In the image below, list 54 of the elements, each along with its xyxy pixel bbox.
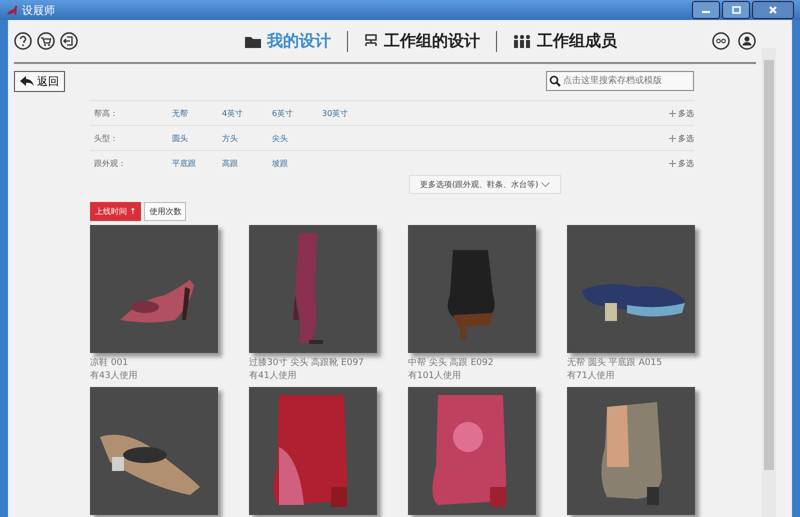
plus-icon xyxy=(669,110,676,116)
back-button[interactable]: 返回 xyxy=(14,70,65,92)
filter-option[interactable]: 方头 xyxy=(222,132,272,144)
minimize-button[interactable] xyxy=(692,1,720,19)
usage-count: 有71人使用 xyxy=(567,370,616,383)
tab[interactable]: 工作组成员 xyxy=(496,30,633,52)
multi-select-link[interactable]: 多选 xyxy=(669,132,694,144)
maximize-icon xyxy=(732,6,740,14)
filter-option[interactable]: 尖头 xyxy=(272,132,322,144)
multi-select-link[interactable]: 多选 xyxy=(669,108,694,118)
filter-option[interactable]: 坡跟 xyxy=(272,158,322,168)
design-name: 中帮 尖头 高跟 E092 xyxy=(408,357,494,370)
tab[interactable]: 我的设计 xyxy=(229,30,347,52)
filter-option[interactable]: 30英寸 xyxy=(322,108,372,118)
exit-icon[interactable] xyxy=(60,32,78,50)
plus-icon xyxy=(669,160,676,166)
filter-option[interactable]: 4英寸 xyxy=(222,108,272,118)
filter-label: 跟外观： xyxy=(93,158,127,168)
filter-option[interactable]: 圆头 xyxy=(172,132,222,144)
usage-count: 有43人使用 xyxy=(90,370,138,383)
filter-option[interactable]: 高跟 xyxy=(222,158,272,168)
more-options-button[interactable]: 更多选项(跟外观、鞋条、水台等) xyxy=(409,175,561,194)
search-field[interactable]: 点击这里搜索存档或模版 xyxy=(546,71,694,91)
design-name: 凉鞋 001 xyxy=(90,357,130,370)
people-icon xyxy=(513,34,531,48)
shoe-icon xyxy=(6,4,18,16)
search-icon xyxy=(549,75,561,87)
folder-icon xyxy=(245,34,261,48)
window-title: 设屐师 xyxy=(22,2,55,18)
usage-count: 有41人使用 xyxy=(249,370,298,383)
filter-option[interactable]: 平底跟 xyxy=(172,158,222,168)
design-name: 无帮 圆头 平底跟 A015 xyxy=(567,357,663,370)
help-icon[interactable] xyxy=(14,32,32,50)
glasses-icon[interactable] xyxy=(712,32,730,50)
scrollbar[interactable] xyxy=(762,48,776,517)
usage-count: 有101人使用 xyxy=(408,370,462,383)
tab[interactable]: 工作组的设计 xyxy=(347,30,496,52)
multi-select-link[interactable]: 多选 xyxy=(669,158,694,168)
filter-label: 头型： xyxy=(93,132,119,144)
filter-option[interactable]: 无帮 xyxy=(172,108,222,118)
close-button[interactable] xyxy=(752,1,794,19)
filter-label: 帮高： xyxy=(93,108,119,118)
caret-icon xyxy=(540,182,550,187)
user-icon[interactable] xyxy=(738,32,756,50)
close-icon xyxy=(769,6,777,14)
design-name: 过膝30寸 尖头 高跟靴 E097 xyxy=(249,357,365,370)
network-icon xyxy=(364,34,378,48)
cart-icon[interactable] xyxy=(37,32,55,50)
sort-button[interactable]: 上线时间 ↑ xyxy=(90,202,142,221)
maximize-button[interactable] xyxy=(722,1,750,19)
filter-option[interactable]: 6英寸 xyxy=(272,108,322,118)
back-arrow-icon xyxy=(20,76,34,86)
sort-button[interactable]: 使用次数 xyxy=(144,202,186,221)
plus-icon xyxy=(669,134,676,142)
